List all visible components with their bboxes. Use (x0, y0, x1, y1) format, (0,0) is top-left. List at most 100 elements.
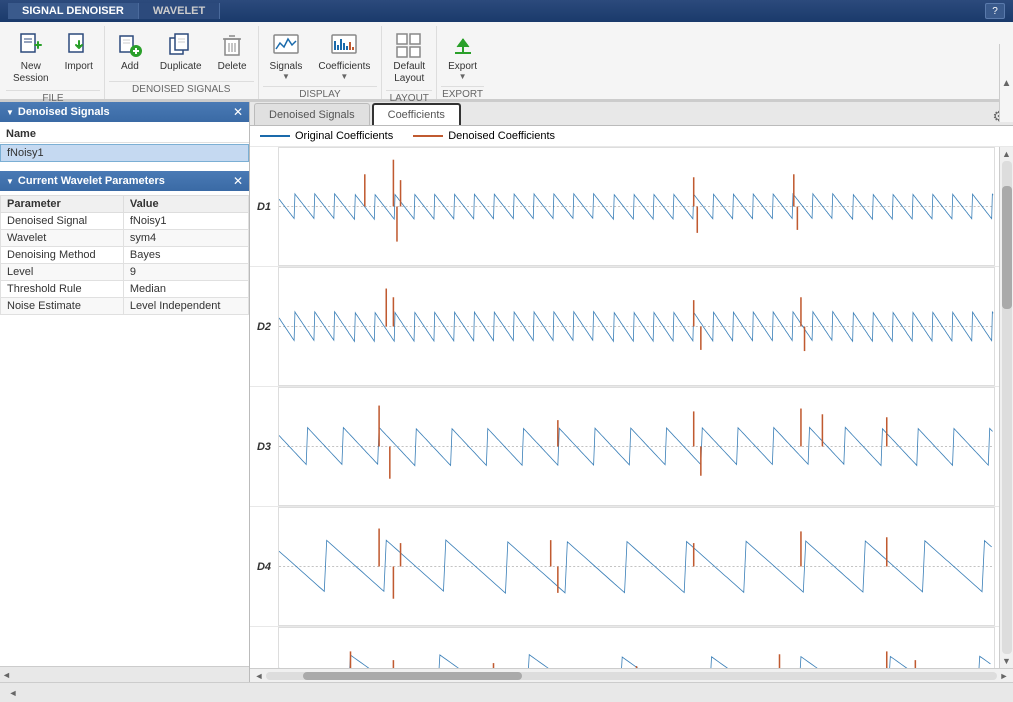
new-session-button[interactable]: NewSession (6, 26, 56, 90)
param-value: 9 (123, 264, 248, 281)
export-buttons: Export ▼ (441, 26, 484, 86)
add-label: Add (121, 61, 139, 73)
denoised-group-label: DENOISED SIGNALS (109, 81, 254, 97)
duplicate-button[interactable]: Duplicate (153, 26, 209, 78)
signals-display-icon (272, 31, 300, 59)
params-table-row: Noise EstimateLevel Independent (1, 298, 249, 315)
signal-list-header: Name (0, 126, 249, 143)
denoised-signals-close-button[interactable]: ✕ (233, 105, 243, 119)
legend-denoised-label: Denoised Coefficients (448, 130, 555, 142)
legend-denoised-line (413, 135, 443, 137)
export-with-arrow: Export ▼ (448, 59, 477, 81)
title-tab-wavelet[interactable]: WAVELET (139, 3, 220, 19)
toolbar-group-display-inner: Signals ▼ (263, 26, 378, 99)
params-table: Parameter Value Denoised SignalfNoisy1Wa… (0, 195, 249, 315)
params-table-row: Level9 (1, 264, 249, 281)
chart-area-d5 (278, 627, 995, 668)
chart-row: D2 (250, 267, 999, 387)
coefficients-display-button[interactable]: Coefficients ▼ (311, 26, 377, 86)
default-layout-button[interactable]: DefaultLayout (386, 26, 432, 90)
params-close-button[interactable]: ✕ (233, 174, 243, 188)
chart-area-d4 (278, 507, 995, 626)
params-title-group: ▼ Current Wavelet Parameters (6, 175, 165, 187)
denoised-signals-title: Denoised Signals (18, 106, 110, 118)
toolbar-group-export: Export ▼ EXPORT (437, 26, 488, 99)
signal-item-fnoisy1[interactable]: fNoisy1 (0, 144, 249, 162)
params-table-row: Waveletsym4 (1, 230, 249, 247)
main-layout: ▼ Denoised Signals ✕ Name fNoisy1 ▼ Curr… (0, 102, 1013, 682)
chart-area-d2 (278, 267, 995, 386)
signal-list: Name fNoisy1 (0, 122, 249, 167)
toolbar-group-file: NewSession Import FILE (2, 26, 105, 99)
left-panel-scroll-left[interactable]: ◄ (2, 670, 11, 680)
tab-coefficients[interactable]: Coefficients (372, 103, 461, 125)
toolbar-group-denoised: Add Duplicate (105, 26, 259, 99)
signals-display-button[interactable]: Signals ▼ (263, 26, 310, 86)
param-col-header: Parameter (1, 196, 124, 213)
hscroll-track[interactable] (266, 672, 997, 680)
file-buttons: NewSession Import (6, 26, 100, 90)
bottom-scrollbar: ◄ ► (250, 668, 1013, 682)
default-layout-icon (395, 31, 423, 59)
chart-row: D3 (250, 387, 999, 507)
legend-original-label: Original Coefficients (295, 130, 393, 142)
vscroll-up-arrow[interactable]: ▲ (1000, 147, 1013, 161)
vscroll-down-arrow[interactable]: ▼ (1000, 654, 1013, 668)
toolbar-scroll-right[interactable]: ▲ (999, 44, 1013, 122)
toolbar-group-display: Signals ▼ (259, 26, 383, 99)
hscroll-right-arrow[interactable]: ► (997, 669, 1011, 683)
right-scrollbar[interactable]: ▲ ▼ (999, 147, 1013, 668)
hscroll-thumb[interactable] (303, 672, 522, 680)
coefficients-dropdown-arrow: ▼ (340, 73, 348, 81)
params-table-row: Threshold RuleMedian (1, 281, 249, 298)
tab-denoised-signals[interactable]: Denoised Signals (254, 103, 370, 125)
chart-label-d1: D1 (250, 201, 278, 213)
new-session-icon (17, 31, 45, 59)
chart-area-d1 (278, 147, 995, 266)
tabs-bar: Denoised Signals Coefficients ⚙ (250, 102, 1013, 126)
chart-label-d2: D2 (250, 321, 278, 333)
vscroll-thumb[interactable] (1002, 186, 1012, 309)
toolbar-group-file-inner: NewSession Import FILE (6, 26, 100, 99)
import-button[interactable]: Import (58, 26, 100, 78)
chart-row: D4 (250, 507, 999, 627)
left-panel-bottom-scroll: ◄ (0, 666, 249, 682)
title-tab-signal-denoiser[interactable]: SIGNAL DENOISER (8, 3, 139, 19)
layout-buttons: DefaultLayout (386, 26, 432, 90)
denoised-signals-collapse-icon[interactable]: ▼ (6, 108, 14, 117)
signals-dropdown-arrow: ▼ (282, 73, 290, 81)
delete-button[interactable]: Delete (211, 26, 254, 78)
charts-container: D1 D2 D3 D4 D5 (250, 147, 999, 668)
param-value: Bayes (123, 247, 248, 264)
chart-row: D1 (250, 147, 999, 267)
display-group-label: DISPLAY (263, 86, 378, 102)
toolbar-group-layout-inner: DefaultLayout LAYOUT (386, 26, 432, 99)
vscroll-track[interactable] (1002, 161, 1012, 654)
default-layout-label: DefaultLayout (393, 61, 425, 85)
params-collapse-icon[interactable]: ▼ (6, 177, 14, 186)
toolbar-group-layout: DefaultLayout LAYOUT (382, 26, 437, 99)
right-panel: Denoised Signals Coefficients ⚙ Original… (250, 102, 1013, 682)
param-value: Median (123, 281, 248, 298)
status-bar: ◄ (0, 682, 1013, 702)
legend-denoised: Denoised Coefficients (413, 130, 555, 142)
chart-label-d3: D3 (250, 441, 278, 453)
params-panel: Parameter Value Denoised SignalfNoisy1Wa… (0, 195, 249, 666)
legend-bar: Original Coefficients Denoised Coefficie… (250, 126, 1013, 147)
export-button[interactable]: Export ▼ (441, 26, 484, 86)
toolbar-group-denoised-inner: Add Duplicate (109, 26, 254, 99)
params-panel-header: ▼ Current Wavelet Parameters ✕ (0, 171, 249, 191)
display-buttons: Signals ▼ (263, 26, 378, 86)
status-scroll-left[interactable]: ◄ (6, 686, 20, 700)
param-value: Level Independent (123, 298, 248, 315)
hscroll-left-arrow[interactable]: ◄ (252, 669, 266, 683)
coefficients-display-with-arrow: Coefficients ▼ (318, 59, 370, 81)
help-button[interactable]: ? (985, 3, 1005, 19)
legend-original-line (260, 135, 290, 137)
chart-svg-d2 (279, 268, 994, 385)
param-name: Wavelet (1, 230, 124, 247)
param-name: Level (1, 264, 124, 281)
new-session-label: NewSession (13, 61, 49, 85)
add-button[interactable]: Add (109, 26, 151, 78)
export-dropdown-arrow: ▼ (459, 73, 467, 81)
